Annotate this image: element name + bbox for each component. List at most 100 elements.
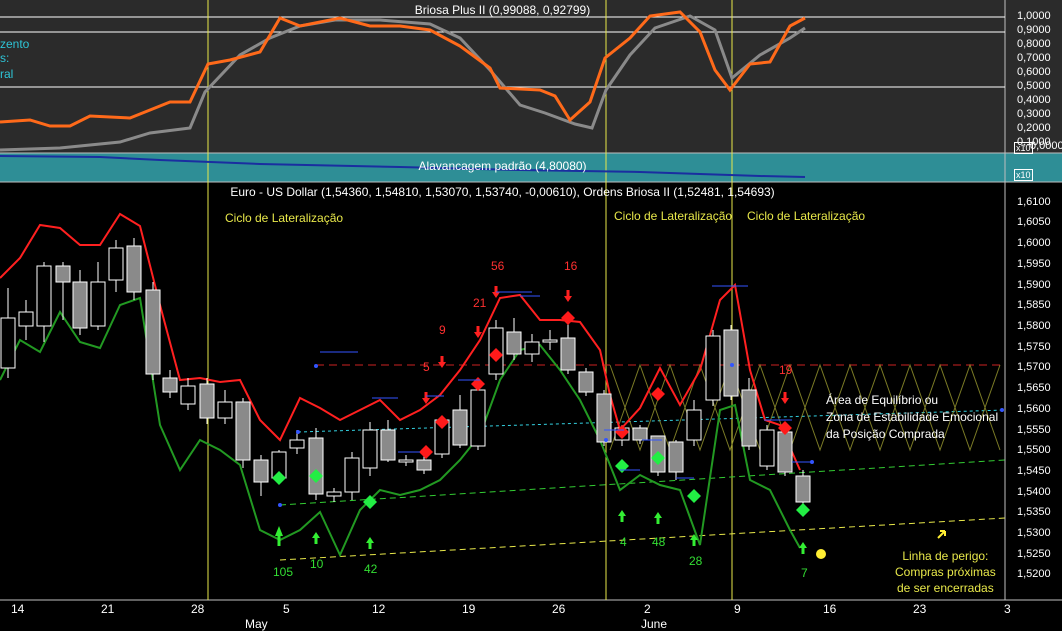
y-label: 1,0000 [1017,10,1051,22]
y-label: 0,0000 [1030,140,1062,152]
candle-body [596,393,612,443]
month-label: May [245,617,268,631]
note-line: Zona de Estabilidade Emocional [826,410,999,424]
sell-count-label: 56 [491,259,505,273]
order-dot [278,503,282,507]
candle-body [668,441,684,473]
cycle-label-2: Ciclo de Lateralização [614,209,733,223]
buy-count-label: 105 [273,565,294,579]
x-label: 23 [913,602,927,616]
sell-count-label: 21 [473,296,487,310]
note-line: Área de Equilíbrio ou [826,393,939,407]
x-label: 9 [734,602,741,616]
order-dot [730,363,734,367]
candle-body [36,265,52,327]
x-label: 16 [823,602,837,616]
candle-body [686,409,702,441]
sell-count-label: 19 [779,363,793,377]
candle-body [162,377,178,393]
x-label: 5 [283,602,290,616]
legend-line-3: ral [0,67,14,81]
leverage-title: Alavancagem padrão (4,80080) [418,159,587,173]
buy-arrow-icon [312,532,320,544]
candle-body [506,331,522,355]
y-label: 1,5500 [1017,444,1051,456]
candle-body [289,439,305,449]
candle-body [90,281,106,327]
order-dot [314,364,318,368]
y-label: 0,7000 [1017,52,1051,64]
note-line: da Posição Comprada [826,427,945,441]
candle-body [217,401,233,419]
y-label: 0,9000 [1017,24,1051,36]
candle-body [452,409,468,446]
sell-count-label: 5 [423,360,430,374]
price-chart-title: Euro - US Dollar (1,54360, 1,54810, 1,53… [230,185,775,199]
note-line: Linha de perigo: [902,549,989,563]
cycle-label-1: Ciclo de Lateralização [225,211,344,225]
candle-body [723,329,739,397]
danger-point-marker [816,549,826,559]
x-label: 21 [101,602,115,616]
note-line: de ser encerradas [896,581,994,595]
y-label: 1,5400 [1017,486,1051,498]
danger-note: Linha de perigo: Compras próximas de ser… [895,548,996,596]
x-label: 28 [191,602,205,616]
oscillator-gray-line [0,14,806,152]
buy-arrow-icon [618,510,626,522]
candle-body [0,317,16,369]
signal-diamond [471,377,485,391]
candle-body [560,337,576,371]
y-label: 0,6000 [1017,66,1051,78]
order-dot [604,438,608,442]
sell-arrow-icon [564,290,572,302]
y-label: 1,5800 [1017,320,1051,332]
y-label: 1,5950 [1017,258,1051,270]
buy-count-label: 42 [364,562,378,576]
lower-band-green [0,296,801,558]
x-label: 3 [1004,602,1011,616]
candle-body [524,341,540,355]
candle-body [705,335,721,401]
sell-count-label: 9 [439,323,446,337]
buy-count-label: 7 [801,566,808,580]
order-dot [296,430,300,434]
candle-body [632,427,648,441]
y-label: 0,4000 [1017,94,1051,106]
candle-body [398,459,414,463]
candle-body [326,491,342,497]
y-label: 1,5200 [1017,568,1051,580]
y-label: 1,5350 [1017,506,1051,518]
candle-body [55,265,71,283]
buy-count-label: 28 [689,554,703,568]
buy-arrow-icon [275,526,283,546]
y-label: 1,5300 [1017,527,1051,539]
signal-diamond [796,503,810,517]
signal-diamond [419,445,433,459]
buy-count-label: 10 [310,557,324,571]
buy-arrow-icon [366,537,374,549]
y-label: 0,3000 [1017,108,1051,120]
y-label: 1,5650 [1017,382,1051,394]
x-label: 12 [372,602,386,616]
candle-body [253,459,269,483]
y-label: 1,6000 [1017,237,1051,249]
candle-body [108,247,124,281]
y-label: 1,5600 [1017,403,1051,415]
y-label: 1,5750 [1017,341,1051,353]
green-support-line [279,459,1006,506]
buy-arrow-icon [654,512,662,524]
x-label: 14 [11,602,25,616]
candle-body [180,385,196,405]
candle-body [344,457,360,493]
candle-body [759,429,775,467]
y-label: 1,5900 [1017,279,1051,291]
scale-badge-alav: x10 [1014,169,1033,181]
candle-body [470,389,486,447]
pointer-arrow-icon [937,530,946,539]
order-dot [1000,408,1004,412]
candle-body [542,339,558,343]
candle-body [126,245,142,293]
buy-arrow-icon [799,542,807,554]
chart-graphics [0,0,1062,601]
